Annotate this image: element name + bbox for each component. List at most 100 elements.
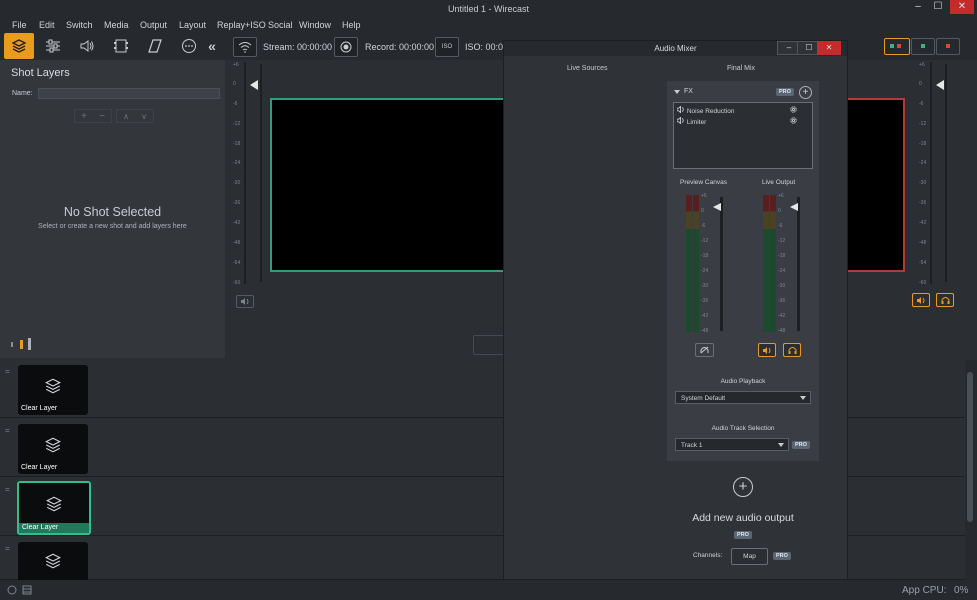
remove-layer-icon[interactable]: − — [99, 111, 105, 122]
iso-button[interactable]: ISO — [435, 37, 459, 57]
sliders-tool-button[interactable] — [38, 33, 68, 59]
record-button[interactable] — [334, 37, 358, 57]
menu-media[interactable]: Media — [104, 20, 129, 30]
move-up-icon[interactable]: ∧ — [123, 112, 129, 121]
live-headphones-button[interactable] — [936, 293, 954, 307]
add-audio-output-button[interactable]: + — [733, 477, 753, 497]
layers-scrollbar-thumb[interactable] — [967, 372, 973, 522]
speaker-icon — [80, 40, 94, 52]
minimize-button[interactable]: – — [907, 0, 929, 14]
fx-expand-icon[interactable] — [674, 90, 680, 94]
final-mix-tab[interactable]: Final Mix — [727, 65, 755, 72]
add-fx-button[interactable]: + — [799, 86, 812, 99]
live-sources-tab[interactable]: Live Sources — [567, 65, 607, 72]
transition-button[interactable] — [473, 335, 505, 355]
sliders-icon — [46, 39, 60, 53]
panel-title: Shot Layers — [11, 67, 70, 79]
preview-fader-handle[interactable] — [250, 80, 258, 90]
media-tool-button[interactable] — [106, 33, 136, 59]
live-fader-handle[interactable] — [936, 80, 944, 90]
close-button[interactable]: ✕ — [950, 0, 974, 14]
collapse-panel-button[interactable]: « — [202, 33, 222, 59]
menu-social[interactable]: Social — [268, 20, 293, 30]
live-mix-fader-track[interactable] — [797, 197, 800, 331]
chat-icon[interactable] — [7, 585, 17, 595]
layers-icon — [44, 437, 62, 453]
layer-thumbnail-4[interactable] — [18, 542, 88, 580]
add-layer-icon[interactable]: + — [81, 111, 87, 122]
cpu-label: App CPU: — [902, 585, 947, 596]
grid-icon[interactable] — [22, 585, 32, 595]
fx-item-label: Noise Reduction — [686, 108, 735, 115]
menu-window[interactable]: Window — [299, 20, 331, 30]
track-select[interactable]: Track 1 — [675, 438, 789, 451]
drag-handle-icon[interactable]: = — [5, 426, 10, 435]
menu-edit[interactable]: Edit — [39, 20, 55, 30]
more-tool-button[interactable] — [174, 33, 204, 59]
preview-mix-fader-handle[interactable] — [713, 203, 721, 211]
track-pro-badge: PRO — [792, 441, 810, 449]
track-value: Track 1 — [681, 442, 703, 449]
live-dot-icon — [897, 44, 901, 48]
menu-layout[interactable]: Layout — [179, 20, 206, 30]
meter-bar-2 — [20, 340, 23, 349]
speaker-icon — [762, 346, 770, 354]
menu-replay-iso[interactable]: Replay+ISO — [217, 20, 266, 30]
audio-playback-select[interactable]: System Default — [675, 391, 811, 404]
layout-live-button[interactable] — [936, 38, 960, 55]
preview-monitor-button[interactable] — [695, 343, 714, 357]
layout-dual-button[interactable] — [884, 38, 910, 55]
fx-item-noise-reduction[interactable]: Noise Reduction — [676, 105, 735, 115]
drag-handle-icon[interactable]: = — [5, 367, 10, 376]
move-down-icon[interactable]: ∨ — [141, 112, 147, 121]
maximize-button[interactable]: ☐ — [927, 0, 949, 14]
mixer-close-button[interactable]: ✕ — [817, 41, 841, 55]
preview-canvas[interactable] — [270, 98, 505, 272]
live-output-headphones-button[interactable] — [783, 343, 801, 357]
live-speaker-button[interactable] — [912, 293, 930, 307]
name-label: Name: — [12, 90, 33, 97]
drag-handle-icon[interactable]: = — [5, 485, 10, 494]
layout-preview-button[interactable] — [911, 38, 935, 55]
final-mix-panel: FX PRO + Noise Reduction Limiter Preview… — [667, 81, 819, 461]
live-output-speaker-button[interactable] — [758, 343, 776, 357]
map-channels-button[interactable]: Map — [731, 548, 768, 565]
preview-mix-fader-track[interactable] — [720, 197, 723, 331]
audio-mixer-window: Audio Mixer – ☐ ✕ Live Sources Final Mix… — [503, 40, 848, 580]
mixer-title-bar: Audio Mixer – ☐ ✕ — [504, 41, 847, 56]
menu-output[interactable]: Output — [140, 20, 167, 30]
preview-fader-track[interactable] — [260, 64, 262, 282]
live-canvas[interactable] — [845, 98, 905, 272]
drag-handle-icon[interactable]: = — [5, 544, 10, 553]
speaker-muted-icon — [240, 298, 248, 305]
audio-playback-label: Audio Playback — [720, 378, 766, 385]
menu-switch[interactable]: Switch — [66, 20, 93, 30]
stream-time: Stream: 00:00:00 — [263, 42, 333, 52]
preview-vu-right — [693, 195, 699, 332]
layer-thumbnail-3-selected[interactable]: Clear Layer — [17, 481, 91, 535]
stream-button[interactable] — [233, 37, 257, 57]
gear-icon[interactable] — [789, 116, 798, 125]
fx-item-limiter[interactable]: Limiter — [676, 116, 706, 126]
preview-canvas-label: Preview Canvas — [680, 179, 727, 186]
cpu-value: 0% — [954, 585, 969, 596]
live-mix-fader-handle[interactable] — [790, 203, 798, 211]
iso-time: ISO: 00:0 — [465, 42, 504, 52]
add-remove-group: + − — [74, 109, 112, 123]
layer-thumbnail-1[interactable]: Clear Layer — [18, 365, 88, 415]
live-output-label: Live Output — [762, 179, 796, 186]
transform-tool-button[interactable] — [140, 33, 170, 59]
live-fader-track[interactable] — [945, 64, 947, 282]
shot-name-input[interactable] — [38, 88, 220, 99]
preview-mute-button[interactable] — [236, 295, 254, 308]
layers-scrollbar[interactable] — [965, 360, 977, 580]
menu-file[interactable]: File — [12, 20, 27, 30]
menu-help[interactable]: Help — [342, 20, 361, 30]
add-audio-output-label[interactable]: Add new audio output — [667, 512, 819, 524]
layer-thumbnail-2[interactable]: Clear Layer — [18, 424, 88, 474]
gear-icon[interactable] — [789, 105, 798, 114]
audio-tool-button[interactable] — [72, 33, 102, 59]
layers-icon — [44, 553, 62, 569]
layers-tool-button[interactable] — [4, 33, 34, 59]
meter-bar-3 — [28, 338, 31, 350]
